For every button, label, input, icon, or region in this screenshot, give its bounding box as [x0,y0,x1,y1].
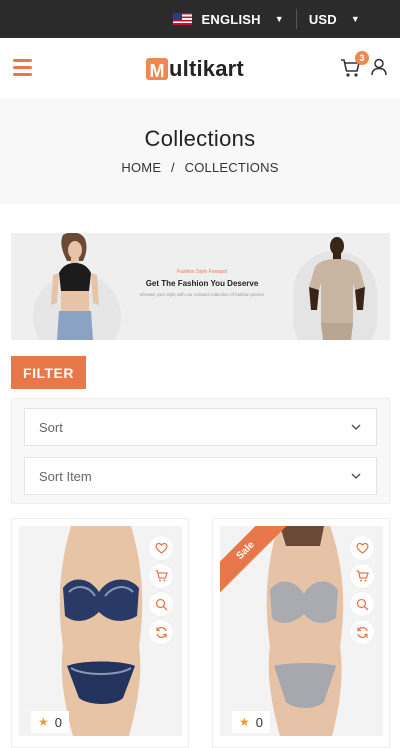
add-to-cart-button[interactable] [149,564,173,588]
currency-label: USD [308,11,337,27]
product-card[interactable]: ★ 0 [11,518,189,748]
divider [295,9,297,29]
chevron-down-icon [351,424,361,431]
heart-icon [355,542,369,554]
filter-button[interactable]: FILTER [11,356,86,389]
breadcrumb-section: Collections HOME / COLLECTIONS [0,98,400,204]
rating-value: 0 [54,714,62,730]
search-icon [356,598,368,610]
logo-text: ultikart [169,56,244,81]
compare-button[interactable] [149,620,173,644]
menu-icon[interactable] [13,59,32,76]
cart-icon [356,570,369,582]
compare-button[interactable] [350,620,374,644]
sort-item-select[interactable]: Sort Item [24,457,377,495]
language-label: ENGLISH [201,11,261,27]
breadcrumb-current: COLLECTIONS [184,160,279,175]
chevron-down-icon [351,473,361,480]
rating-value: 0 [255,714,263,730]
header: M ultikart 3 [0,38,400,98]
us-flag-icon [172,13,192,25]
sort-item-select-label: Sort Item [39,468,92,484]
product-card[interactable]: Sale ★ 0 [212,518,390,748]
heart-icon [154,542,168,554]
model-image [309,237,365,340]
star-icon: ★ [38,715,49,729]
model-image [51,233,99,340]
sort-select[interactable]: Sort [24,408,377,446]
chevron-down-icon: ▼ [350,14,360,24]
chevron-down-icon: ▼ [274,14,284,24]
breadcrumb-separator: / [171,160,175,175]
promo-kicker: Fashion Style Forward [176,269,228,275]
promo-subtext: Elevate your style with our curated coll… [140,292,264,297]
logo[interactable]: M ultikart [146,56,244,82]
currency-selector[interactable]: USD ▼ [309,12,360,27]
promo-headline: Get The Fashion You Deserve [145,279,259,288]
add-to-cart-button[interactable] [350,564,374,588]
page-title: Collections [144,126,256,151]
refresh-icon [356,626,368,638]
search-icon [155,598,167,610]
filter-panel: Sort Sort Item [11,398,390,504]
promo-text: Fashion Style Forward Get The Fashion Yo… [129,269,275,298]
product-image[interactable]: ★ 0 [19,526,182,736]
wishlist-button[interactable] [350,536,374,560]
product-image[interactable]: Sale ★ 0 [220,526,383,736]
sort-select-label: Sort [39,419,63,435]
quick-view-button[interactable] [350,592,374,616]
quick-view-button[interactable] [149,592,173,616]
breadcrumb-home-link[interactable]: HOME [121,160,161,175]
refresh-icon [155,626,167,638]
logo-mark: M [146,58,168,80]
breadcrumb: HOME / COLLECTIONS [0,160,400,175]
cart-icon [155,570,168,582]
user-icon[interactable] [370,58,388,76]
language-selector[interactable]: ENGLISH ▼ [172,11,284,27]
wishlist-button[interactable] [149,536,173,560]
top-bar: ENGLISH ▼ USD ▼ [0,0,400,38]
star-icon: ★ [239,715,250,729]
cart-count-badge: 3 [355,51,369,65]
promo-banner[interactable]: Fashion Style Forward Get The Fashion Yo… [11,233,390,340]
